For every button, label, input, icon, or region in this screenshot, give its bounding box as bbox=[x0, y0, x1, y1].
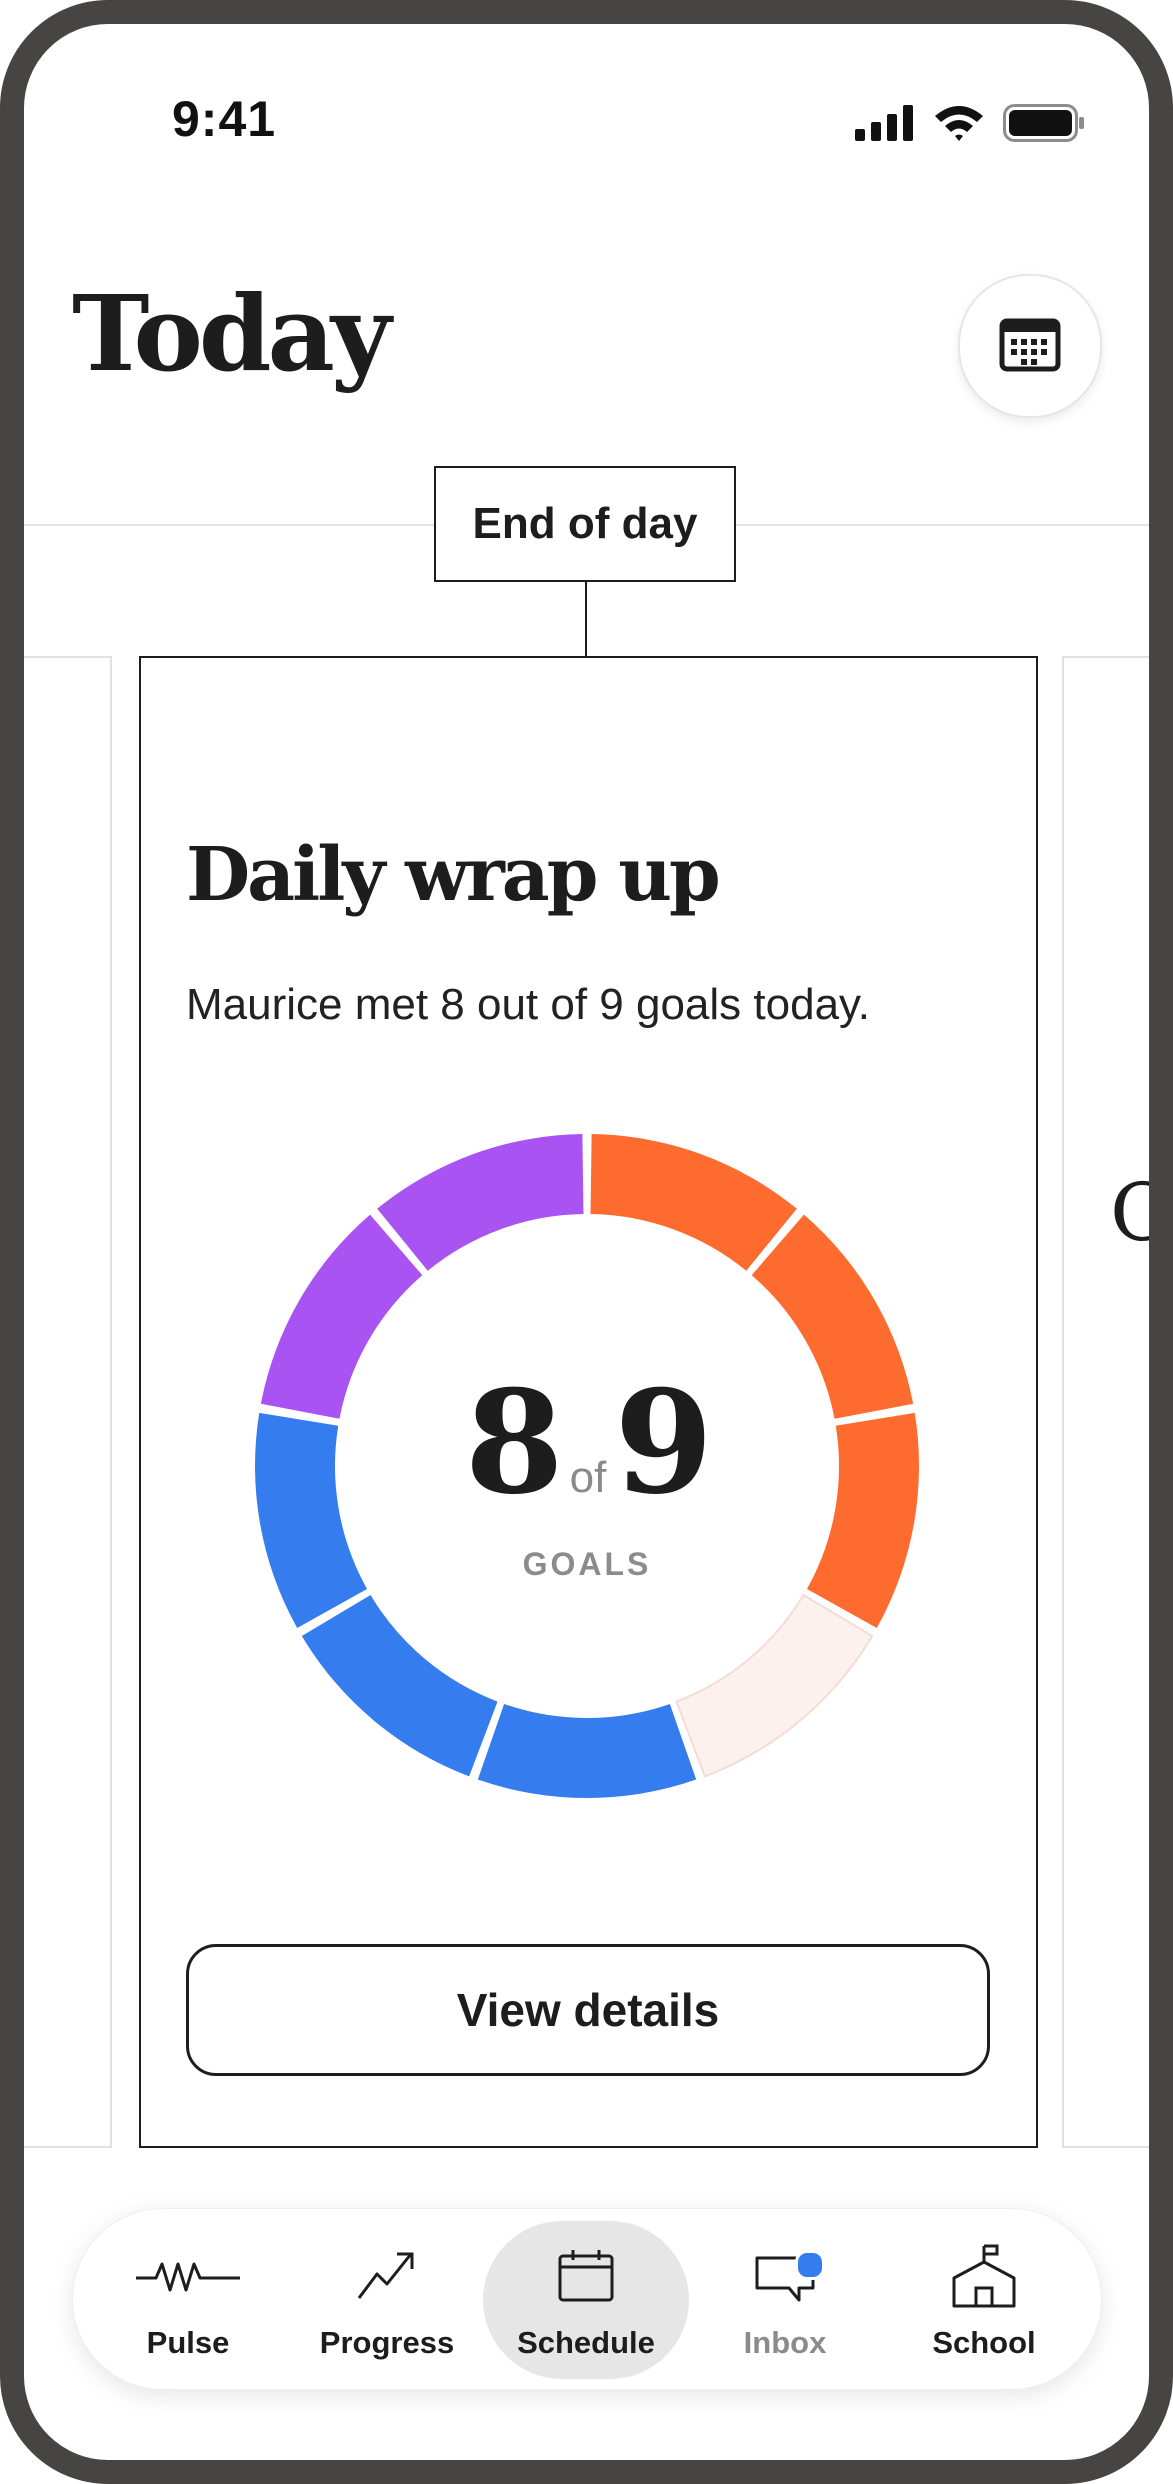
previous-card[interactable] bbox=[24, 656, 112, 2148]
nav-label-progress: Progress bbox=[319, 2325, 455, 2360]
nav-item-progress[interactable]: Progress bbox=[284, 2221, 490, 2379]
status-time: 9:41 bbox=[172, 91, 277, 147]
inbox-icon bbox=[753, 2248, 825, 2309]
goals-of-word: of bbox=[569, 1453, 607, 1502]
goals-total-count: 9 bbox=[614, 1360, 713, 1526]
nav-label-pulse: Pulse bbox=[146, 2325, 230, 2360]
goals-summary: 8 of9 bbox=[251, 1360, 923, 1526]
inbox-unread-badge bbox=[795, 2249, 825, 2280]
nav-item-schedule[interactable]: Schedule bbox=[483, 2221, 689, 2379]
nav-label-school: School bbox=[932, 2325, 1036, 2360]
nav-label-inbox: Inbox bbox=[743, 2325, 827, 2360]
status-icons bbox=[855, 104, 1085, 147]
nav-item-inbox[interactable]: Inbox bbox=[682, 2221, 888, 2379]
nav-label-schedule: Schedule bbox=[517, 2325, 655, 2360]
phone-screen: 9:41 Today End of day Daily wrap up Maur… bbox=[24, 24, 1149, 2460]
pulse-icon bbox=[134, 2256, 242, 2301]
card-subtitle: Maurice met 8 out of 9 goals today. bbox=[186, 980, 870, 1029]
wifi-icon bbox=[933, 104, 985, 147]
goal-segment-met bbox=[301, 1595, 498, 1777]
goals-unit-label: GOALS bbox=[522, 1546, 652, 1582]
goal-segment-met bbox=[477, 1703, 697, 1798]
nav-item-pulse[interactable]: Pulse bbox=[85, 2221, 291, 2379]
battery-icon bbox=[1003, 104, 1085, 147]
bottom-navigation: Pulse Progress Schedule Inbox School bbox=[72, 2208, 1102, 2390]
nav-item-school[interactable]: School bbox=[881, 2221, 1087, 2379]
cellular-signal-icon bbox=[855, 105, 915, 146]
goal-segment-unmet bbox=[675, 1593, 874, 1778]
view-details-button[interactable]: View details bbox=[186, 1944, 990, 2076]
calendar-button[interactable] bbox=[958, 274, 1102, 418]
section-label: End of day bbox=[434, 466, 736, 582]
card-title: Daily wrap up bbox=[186, 832, 721, 918]
label-connector bbox=[585, 582, 587, 658]
next-card-title-peek: C bbox=[1110, 1166, 1149, 1259]
goals-met-count: 8 bbox=[464, 1360, 564, 1526]
calendar-icon bbox=[999, 316, 1061, 377]
school-icon bbox=[949, 2244, 1019, 2313]
page-title: Today bbox=[72, 272, 391, 395]
trend-up-icon bbox=[355, 2248, 419, 2309]
next-card[interactable]: C bbox=[1062, 656, 1149, 2148]
goal-segment-met bbox=[377, 1134, 584, 1271]
schedule-calendar-icon bbox=[557, 2248, 615, 2309]
goal-segment-met bbox=[590, 1134, 797, 1271]
